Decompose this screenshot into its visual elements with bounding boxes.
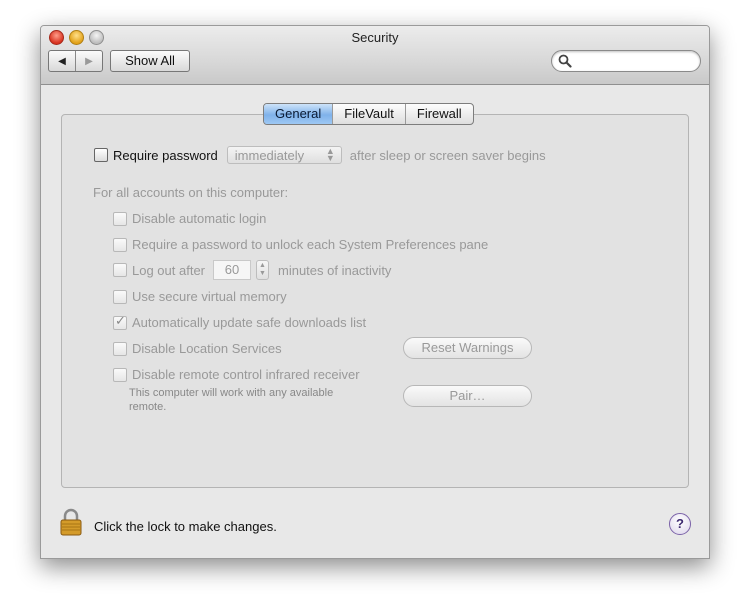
triangle-right-icon: ▶ — [85, 55, 93, 67]
location-services-label: Disable Location Services — [132, 341, 282, 356]
general-panel: Require password immediately ▲ ▼ after sl… — [61, 114, 689, 488]
help-button[interactable]: ? — [669, 513, 691, 535]
require-password-prefs-label: Require a password to unlock each System… — [132, 237, 489, 252]
forward-button[interactable]: ▶ — [75, 51, 102, 71]
log-out-after-label: Log out after — [132, 262, 205, 278]
tab-firewall[interactable]: Firewall — [404, 104, 473, 124]
remote-note-line1: This computer will work with any availab… — [129, 387, 334, 399]
checkmark-icon: ✓ — [115, 312, 126, 328]
titlebar: Security ◀ ▶ Show All — [41, 26, 709, 85]
safe-downloads-checkbox[interactable]: ✓ — [113, 312, 127, 330]
disable-automatic-login-label: Disable automatic login — [132, 211, 267, 226]
remote-note-line2: remote. — [129, 401, 167, 413]
search-field-container — [551, 50, 701, 72]
reset-warnings-button[interactable]: Reset Warnings — [403, 337, 532, 359]
location-services-row: Disable Location Services — [113, 341, 282, 356]
secure-virtual-memory-label: Use secure virtual memory — [132, 289, 287, 304]
require-password-delay-popup[interactable]: immediately ▲ ▼ — [226, 146, 342, 164]
up-down-arrows-icon: ▲ ▼ — [325, 146, 335, 163]
window-title: Security — [351, 30, 399, 45]
triangle-left-icon: ◀ — [58, 55, 66, 67]
tab-bar: General FileVault Firewall — [263, 103, 474, 125]
require-password-row: Require password immediately ▲ ▼ after sl… — [94, 146, 546, 164]
search-icon — [558, 54, 572, 68]
require-password-suffix: after sleep or screen saver begins — [349, 147, 546, 163]
pair-button[interactable]: Pair… — [403, 385, 532, 407]
tab-general[interactable]: General — [264, 104, 333, 124]
infrared-receiver-checkbox[interactable] — [113, 367, 127, 382]
require-password-prefs-row: Require a password to unlock each System… — [113, 237, 488, 252]
back-button[interactable]: ◀ — [49, 51, 75, 71]
infrared-receiver-row: Disable remote control infrared receiver — [113, 367, 360, 382]
logout-minutes-field[interactable]: 60 — [213, 260, 251, 280]
require-password-label: Require password — [113, 147, 218, 163]
secure-virtual-memory-checkbox[interactable] — [113, 289, 127, 304]
log-out-after-row: Log out after 60 ▲ ▼ minutes of inactivi… — [113, 260, 391, 280]
location-services-checkbox[interactable] — [113, 341, 127, 356]
safe-downloads-row: ✓ Automatically update safe downloads li… — [113, 312, 367, 330]
accounts-heading: For all accounts on this computer: — [93, 185, 288, 200]
accounts-heading-text: For all accounts on this computer: — [93, 185, 289, 200]
disable-automatic-login-row: Disable automatic login — [113, 211, 266, 226]
safe-downloads-label: Automatically update safe downloads list — [132, 315, 367, 330]
security-window: Security ◀ ▶ Show All General FileVault … — [40, 25, 710, 559]
back-forward-control: ◀ ▶ — [48, 50, 103, 72]
stepper-up-icon: ▲ — [259, 262, 266, 269]
lock-icon[interactable] — [59, 508, 83, 536]
stepper-down-icon: ▼ — [259, 270, 266, 277]
show-all-button[interactable]: Show All — [110, 50, 190, 72]
lock-message: Click the lock to make changes. — [94, 519, 277, 534]
tab-filevault[interactable]: FileVault — [332, 104, 405, 124]
log-out-after-checkbox[interactable] — [113, 263, 127, 277]
logout-minutes-stepper[interactable]: ▲ ▼ — [256, 260, 269, 280]
require-password-prefs-checkbox[interactable] — [113, 237, 127, 252]
search-input[interactable] — [574, 52, 696, 70]
require-password-checkbox[interactable] — [94, 148, 108, 162]
disable-automatic-login-checkbox[interactable] — [113, 211, 127, 226]
log-out-after-suffix: minutes of inactivity — [278, 262, 392, 278]
popup-value: immediately — [234, 147, 305, 163]
secure-virtual-memory-row: Use secure virtual memory — [113, 289, 287, 304]
remote-note: This computer will work with any availab… — [129, 386, 333, 414]
infrared-receiver-label: Disable remote control infrared receiver — [132, 367, 360, 382]
